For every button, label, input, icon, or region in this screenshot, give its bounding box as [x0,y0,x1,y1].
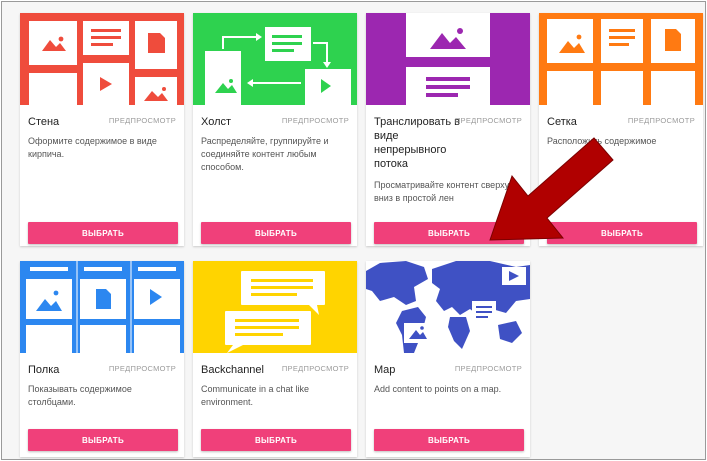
card-title: Стена [28,116,60,128]
preview-link[interactable]: ПРЕДПРОСМОТР [455,364,522,373]
preview-link[interactable]: ПРЕДПРОСМОТР [109,116,176,125]
card-description: Расположить содержимое [547,136,657,146]
card-description: Оформите содержимое в виде кирпича. [28,136,157,159]
card-shelf: Полка ПРЕДПРОСМОТР Показывать содержимое… [20,261,184,457]
select-button[interactable]: ВЫБРАТЬ [547,222,697,244]
stream-layout-icon [366,13,530,105]
card-wall: Стена ПРЕДПРОСМОТР Оформите содержимое в… [20,13,184,246]
layout-picker: Стена ПРЕДПРОСМОТР Оформите содержимое в… [1,1,706,460]
select-button[interactable]: ВЫБРАТЬ [374,222,524,244]
chat-layout-icon [193,261,357,353]
select-button[interactable]: ВЫБРАТЬ [201,222,351,244]
card-grid: Сетка ПРЕДПРОСМОТР Расположить содержимо… [539,13,703,246]
preview-link[interactable]: ПРЕДПРОСМОТР [109,364,176,373]
card-description: Просматривайте контент сверху вниз в про… [374,180,510,203]
preview-link[interactable]: ПРЕДПРОСМОТР [455,116,522,125]
card-description: Add content to points on a map. [374,384,502,394]
card-title: Полка [28,364,60,376]
select-button[interactable]: ВЫБРАТЬ [28,222,178,244]
card-title: Транслировать в виде непрерывного потока [374,116,460,170]
card-description: Communicate in a chat like environment. [201,384,310,407]
card-canvas: Холст ПРЕДПРОСМОТР Распределяйте, группи… [193,13,357,246]
select-button[interactable]: ВЫБРАТЬ [28,429,178,451]
preview-link[interactable]: ПРЕДПРОСМОТР [282,364,349,373]
preview-link[interactable]: ПРЕДПРОСМОТР [628,116,695,125]
select-button[interactable]: ВЫБРАТЬ [201,429,351,451]
card-backchannel: Backchannel ПРЕДПРОСМОТР Communicate in … [193,261,357,457]
card-description: Показывать содержимое столбцами. [28,384,132,407]
card-title: Backchannel [201,364,264,376]
card-title: Холст [201,116,232,128]
card-stream: Транслировать в виде непрерывного потока… [366,13,530,246]
select-button[interactable]: ВЫБРАТЬ [374,429,524,451]
canvas-layout-icon [193,13,357,105]
card-title: Сетка [547,116,577,128]
grid-layout-icon [539,13,703,105]
preview-link[interactable]: ПРЕДПРОСМОТР [282,116,349,125]
card-map: Map ПРЕДПРОСМОТР Add content to points o… [366,261,530,457]
shelf-layout-icon [20,261,184,353]
card-description: Распределяйте, группируйте и соединяйте … [201,136,329,172]
card-title: Map [374,364,396,376]
wall-layout-icon [20,13,184,105]
map-layout-icon [366,261,530,353]
